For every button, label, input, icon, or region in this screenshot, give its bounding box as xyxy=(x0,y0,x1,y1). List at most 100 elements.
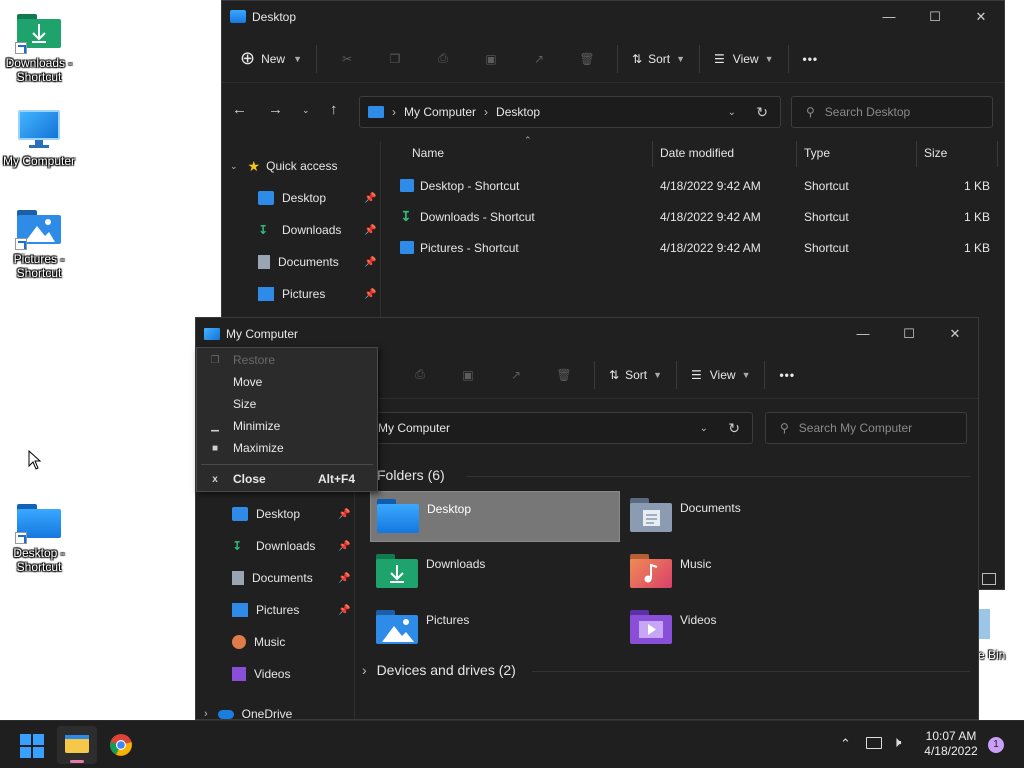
paste-button[interactable]: ⎙ xyxy=(396,359,444,391)
devices-group-header[interactable]: › Devices and drives (2) xyxy=(362,662,516,678)
close-button[interactable]: ✕ xyxy=(932,318,978,349)
desktop-icon-my-computer[interactable]: My Computer xyxy=(0,110,78,168)
maximize-button[interactable]: ☐ xyxy=(912,1,958,32)
maximize-button[interactable]: ☐ xyxy=(886,318,932,349)
nav-item-downloads[interactable]: ↧ Downloads 📌 xyxy=(232,531,352,561)
nav-item-onedrive[interactable]: › OneDrive xyxy=(204,699,344,719)
refresh-icon[interactable]: ↻ xyxy=(728,420,740,437)
mouse-cursor-icon xyxy=(28,450,42,470)
recent-locations-button[interactable]: ⌄ xyxy=(302,105,310,116)
column-header-type[interactable]: Type xyxy=(796,141,830,167)
folder-tile-music[interactable]: Music xyxy=(624,547,874,598)
window-system-menu[interactable]: ❐ Restore Move Size ▁ Minimize ■ Maximiz… xyxy=(196,347,378,492)
show-hidden-icons-button[interactable]: ⌃ xyxy=(840,736,851,752)
notification-badge[interactable]: 1 xyxy=(988,737,1004,753)
tiles-view-toggle[interactable] xyxy=(982,573,996,585)
breadcrumb-my-computer[interactable]: My Computer xyxy=(404,105,476,119)
menu-item-maximize[interactable]: ■ Maximize xyxy=(197,437,377,459)
group-divider xyxy=(466,476,970,477)
view-button[interactable]: ☰ View ▼ xyxy=(683,359,758,391)
nav-item-documents[interactable]: Documents 📌 xyxy=(232,563,352,593)
file-row[interactable]: ↧ Downloads - Shortcut 4/18/2022 9:42 AM… xyxy=(398,208,994,228)
close-button[interactable]: ✕ xyxy=(958,1,1004,32)
share-button[interactable]: ↗ xyxy=(515,43,563,75)
folder-tile-desktop[interactable]: Desktop xyxy=(370,491,620,542)
forward-button[interactable]: → xyxy=(268,101,290,123)
cut-button[interactable]: ✂ xyxy=(323,43,371,75)
volume-icon[interactable]: 🕨 xyxy=(892,734,901,751)
column-header-date[interactable]: Date modified xyxy=(652,141,734,167)
address-dropdown-icon[interactable]: ⌄ xyxy=(700,423,708,434)
menu-item-restore[interactable]: ❐ Restore xyxy=(197,349,377,371)
nav-item-documents[interactable]: Documents 📌 xyxy=(258,247,378,277)
column-header-size[interactable]: Size xyxy=(916,141,998,167)
address-dropdown-icon[interactable]: ⌄ xyxy=(728,107,736,118)
desktop-icon-pictures-shortcut[interactable]: Pictures - Shortcut xyxy=(0,208,78,280)
breadcrumb-my-computer[interactable]: My Computer xyxy=(378,421,450,435)
file-row[interactable]: Pictures - Shortcut 4/18/2022 9:42 AM Sh… xyxy=(398,239,994,259)
minimize-button[interactable]: — xyxy=(866,1,912,32)
copy-button[interactable]: ❐ xyxy=(371,43,419,75)
up-button[interactable]: ↑ xyxy=(330,101,338,118)
title-bar[interactable]: Desktop — ☐ ✕ xyxy=(222,1,1004,32)
more-options-button[interactable]: ••• xyxy=(771,359,803,391)
minimize-button[interactable]: — xyxy=(840,318,886,349)
nav-item-pictures[interactable]: Pictures 📌 xyxy=(258,279,378,309)
folder-tile-pictures[interactable]: Pictures xyxy=(370,603,620,654)
view-button[interactable]: ☰ View ▼ xyxy=(706,43,781,75)
address-bar[interactable]: My Computer ⌄ ↻ xyxy=(346,412,753,444)
clock[interactable]: 10:07 AM 4/18/2022 xyxy=(914,729,988,759)
new-button[interactable]: ⊕ New ▼ xyxy=(232,43,310,75)
address-bar[interactable]: › My Computer › Desktop ⌄ ↻ xyxy=(359,96,781,128)
nav-quick-access[interactable]: ⌄ ★ Quick access xyxy=(230,151,380,181)
nav-item-pictures[interactable]: Pictures 📌 xyxy=(232,595,352,625)
folder-tile-documents[interactable]: Documents xyxy=(624,491,874,542)
nav-item-music[interactable]: Music xyxy=(232,627,352,657)
rename-button[interactable]: ▣ xyxy=(444,359,492,391)
more-options-button[interactable]: ••• xyxy=(795,43,827,75)
folder-tile-videos[interactable]: Videos xyxy=(624,603,874,654)
folder-name: Desktop xyxy=(427,502,472,516)
desktop-icon-recycle-bin[interactable]: e Bin xyxy=(978,605,1024,665)
desktop-icon-downloads-shortcut[interactable]: Downloads - Shortcut xyxy=(0,12,78,84)
taskbar-file-explorer[interactable] xyxy=(57,726,97,764)
breadcrumb-desktop[interactable]: Desktop xyxy=(496,105,540,119)
delete-button[interactable]: 🗑 xyxy=(563,43,611,75)
delete-button[interactable]: 🗑 xyxy=(540,359,588,391)
taskbar-chrome[interactable] xyxy=(109,733,133,757)
pin-icon[interactable]: 📌 xyxy=(364,225,376,236)
pin-icon[interactable]: 📌 xyxy=(364,193,376,204)
column-header-name[interactable]: Name xyxy=(412,146,444,160)
search-input[interactable]: ⚲ Search My Computer xyxy=(765,412,967,444)
pin-icon[interactable]: 📌 xyxy=(364,257,376,268)
rename-button[interactable]: ▣ xyxy=(467,43,515,75)
search-input[interactable]: ⚲ Search Desktop xyxy=(791,96,993,128)
nav-item-downloads[interactable]: ↧ Downloads 📌 xyxy=(258,215,378,245)
nav-item-desktop[interactable]: Desktop 📌 xyxy=(258,183,378,213)
menu-item-close[interactable]: x Close Alt+F4 xyxy=(197,468,377,490)
refresh-icon[interactable]: ↻ xyxy=(756,104,768,121)
sort-button[interactable]: ⇅ Sort ▼ xyxy=(601,359,670,391)
back-button[interactable]: ← xyxy=(232,101,254,123)
paste-button[interactable]: ⎙ xyxy=(419,43,467,75)
pin-icon[interactable]: 📌 xyxy=(338,509,350,520)
nav-item-videos[interactable]: Videos xyxy=(232,659,352,689)
start-button[interactable] xyxy=(20,734,44,758)
pin-icon[interactable]: 📌 xyxy=(338,605,350,616)
menu-item-move[interactable]: Move xyxy=(197,371,377,393)
file-row[interactable]: Desktop - Shortcut 4/18/2022 9:42 AM Sho… xyxy=(398,177,994,197)
pin-icon[interactable]: 📌 xyxy=(364,289,376,300)
sort-button[interactable]: ⇅ Sort ▼ xyxy=(624,43,693,75)
share-button[interactable]: ↗ xyxy=(492,359,540,391)
pin-icon[interactable]: 📌 xyxy=(338,573,350,584)
folder-tile-downloads[interactable]: Downloads xyxy=(370,547,620,598)
network-icon[interactable] xyxy=(866,737,882,749)
nav-item-desktop[interactable]: Desktop 📌 xyxy=(232,499,352,529)
pin-icon[interactable]: 📌 xyxy=(338,541,350,552)
menu-item-size[interactable]: Size xyxy=(197,393,377,415)
menu-item-minimize[interactable]: ▁ Minimize xyxy=(197,415,377,437)
shortcut-file-icon: ↧ xyxy=(400,208,412,224)
title-bar[interactable]: My Computer — ☐ ✕ xyxy=(196,318,978,349)
desktop-icon-desktop-shortcut[interactable]: Desktop - Shortcut xyxy=(0,502,78,574)
folders-group-header[interactable]: Folders (6) xyxy=(377,467,445,483)
